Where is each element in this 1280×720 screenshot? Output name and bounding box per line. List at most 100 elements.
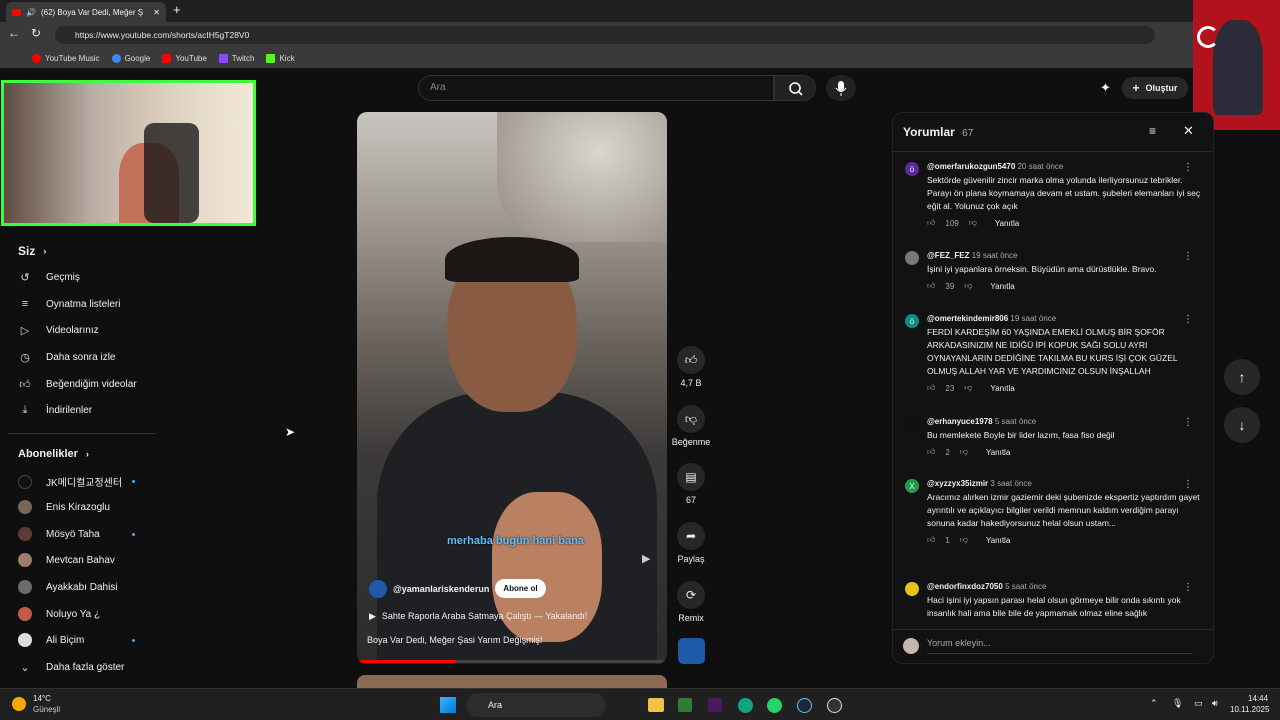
sidebar-item-watch-later[interactable]: ◷ Daha sonra izle <box>18 350 115 364</box>
comment-time[interactable]: 19 saat önce <box>1010 314 1056 323</box>
browser-tab[interactable]: 🔊 (62) Boya Var Dedi, Meğer Ş ✕ <box>6 2 166 22</box>
previous-short-button[interactable]: ↑ <box>1224 359 1260 395</box>
clock-time[interactable]: 14:44 <box>1248 694 1268 703</box>
comment-time[interactable]: 20 saat önce <box>1018 162 1064 171</box>
subscribe-button[interactable]: Abone ol <box>495 579 546 598</box>
weather-temp[interactable]: 14°C <box>33 694 51 703</box>
avatar[interactable] <box>905 251 919 265</box>
comment-author[interactable]: @omertekindemir806 <box>927 314 1008 323</box>
sidebar-item-downloads[interactable]: ⤓ İndirilenler <box>18 403 93 417</box>
speaker-icon[interactable]: 🔊 <box>26 8 36 17</box>
sidebar-item-history[interactable]: ↺ Geçmiş <box>18 270 80 284</box>
file-explorer-icon[interactable] <box>648 698 664 712</box>
start-button[interactable] <box>440 697 456 713</box>
dislike-comment-button[interactable]: 👎︎ <box>969 218 977 228</box>
reply-button[interactable]: Yanıtla <box>990 282 1014 291</box>
remix-button[interactable]: ⟳ Remix <box>675 581 707 623</box>
back-icon[interactable]: ← <box>8 26 20 40</box>
clock-date[interactable]: 10.11.2025 <box>1230 705 1269 714</box>
dislike-comment-button[interactable]: 👎︎ <box>960 535 968 545</box>
dislike-button[interactable]: 👎︎ Beğenme <box>670 405 712 447</box>
mic-icon[interactable]: 🎙︎ <box>1172 698 1183 709</box>
create-button[interactable]: + Oluştur <box>1122 77 1188 99</box>
avatar[interactable]: ö <box>905 314 919 328</box>
close-tab-icon[interactable]: ✕ <box>153 8 160 17</box>
like-comment-button[interactable]: 👍︎ <box>927 447 935 457</box>
edge-icon[interactable] <box>738 698 753 713</box>
bookmark-kick[interactable]: Kick <box>266 53 295 63</box>
more-options-icon[interactable]: ⋮ <box>1183 251 1193 262</box>
like-comment-button[interactable]: 👍︎ <box>927 281 935 291</box>
sidebar-item-playlists[interactable]: ≡ Oynatma listeleri <box>18 297 121 311</box>
comment-time[interactable]: 5 saat önce <box>995 417 1036 426</box>
next-frame-icon[interactable]: ▶ <box>642 552 650 565</box>
comment-time[interactable]: 19 saat önce <box>972 251 1018 260</box>
gemini-icon[interactable]: ✦ <box>1100 80 1111 96</box>
bookmark-twitch[interactable]: Twitch <box>218 53 254 63</box>
comment-author[interactable]: @xyzzyx35izmir <box>927 479 988 488</box>
volume-icon[interactable]: 🔊︎ <box>1212 698 1218 709</box>
show-more-button[interactable]: ⌄ Daha fazla göster <box>18 660 124 674</box>
avatar[interactable] <box>905 417 919 431</box>
channel-name[interactable]: @yamanlariskenderun <box>393 584 489 594</box>
like-comment-button[interactable]: 👍︎ <box>927 535 935 545</box>
url-field[interactable]: https://www.youtube.com/shorts/acIH5gT28… <box>55 26 1155 44</box>
subscriptions-header[interactable]: Abonelikler › <box>18 448 89 460</box>
more-options-icon[interactable]: ⋮ <box>1183 417 1193 428</box>
sidebar-item-liked-videos[interactable]: 👍︎ Beğendiğim videolar <box>18 377 136 391</box>
comment-time[interactable]: 3 saat önce <box>990 479 1031 488</box>
more-options-icon[interactable]: ⋮ <box>1183 314 1193 325</box>
subscription-item[interactable]: JK메디컬교정센터 <box>18 474 122 489</box>
progress-bar[interactable] <box>357 660 667 663</box>
bookmark-youtube[interactable]: YouTube <box>162 53 207 63</box>
comments-button[interactable]: ▤ 67 <box>675 463 707 505</box>
app-icon[interactable] <box>678 698 692 712</box>
like-comment-button[interactable]: 👍︎ <box>927 383 935 393</box>
reply-button[interactable]: Yanıtla <box>986 536 1010 545</box>
bookmark-youtube-music[interactable]: YouTube Music <box>32 53 100 63</box>
bookmark-google[interactable]: Google <box>111 53 150 63</box>
voice-search-button[interactable] <box>826 75 856 101</box>
dislike-comment-button[interactable]: 👎︎ <box>964 281 972 291</box>
more-options-icon[interactable]: ⋮ <box>1183 162 1193 173</box>
subscription-item[interactable]: Ali Biçim <box>18 633 84 647</box>
reply-button[interactable]: Yanıtla <box>995 219 1019 228</box>
next-video-preview[interactable] <box>357 675 667 688</box>
sort-icon[interactable]: ≡ <box>1149 124 1156 138</box>
close-icon[interactable]: ✕ <box>1183 123 1194 139</box>
obs-icon[interactable] <box>827 698 842 713</box>
comment-author[interactable]: @omerfarukozgun5470 <box>927 162 1015 171</box>
network-icon[interactable]: ▭ <box>1194 698 1203 709</box>
share-button[interactable]: ➦ Paylaş <box>675 522 707 564</box>
whatsapp-icon[interactable] <box>767 698 782 713</box>
search-input[interactable]: Ara <box>418 75 774 101</box>
sound-thumbnail[interactable] <box>678 638 705 664</box>
subscription-item[interactable]: Ayakkabı Dahisi <box>18 580 118 594</box>
subscription-item[interactable]: Noluyo Ya ¿ <box>18 607 100 621</box>
weather-text[interactable]: Güneşli <box>33 705 60 714</box>
comment-author[interactable]: @endorfinxdoz7050 <box>927 582 1003 591</box>
subscription-item[interactable]: Mevtcan Bahav <box>18 553 115 567</box>
reload-icon[interactable]: ↻ <box>31 26 41 40</box>
subscription-item[interactable]: Mösyö Taha <box>18 527 100 541</box>
shorts-video-player[interactable]: merhaba bugün hani bana ▶ @yamanlarisken… <box>357 112 667 664</box>
subscription-item[interactable]: Enis Kirazoglu <box>18 500 110 514</box>
you-section-header[interactable]: Siz › <box>18 244 46 258</box>
search-button[interactable] <box>774 75 816 101</box>
comment-author[interactable]: @erhanyuce1978 <box>927 417 993 426</box>
dislike-comment-button[interactable]: 👎︎ <box>960 447 968 457</box>
steam-icon[interactable] <box>797 698 812 713</box>
linked-video[interactable]: ▶ Sahte Raporla Araba Satmaya Çalıştı — … <box>369 611 587 622</box>
avatar[interactable]: X <box>905 479 919 493</box>
channel-avatar[interactable] <box>369 579 387 598</box>
more-options-icon[interactable]: ⋮ <box>1183 582 1193 593</box>
app-icon[interactable] <box>708 698 722 712</box>
next-short-button[interactable]: ↓ <box>1224 407 1260 443</box>
weather-icon[interactable] <box>12 697 26 711</box>
avatar[interactable] <box>905 582 919 596</box>
tray-chevron-icon[interactable]: ⌃ <box>1150 698 1158 709</box>
comment-time[interactable]: 5 saat önce <box>1005 582 1046 591</box>
dislike-comment-button[interactable]: 👎︎ <box>964 383 972 393</box>
new-tab-button[interactable]: + <box>173 2 181 17</box>
sidebar-item-your-videos[interactable]: ▷ Videolarınız <box>18 323 99 337</box>
